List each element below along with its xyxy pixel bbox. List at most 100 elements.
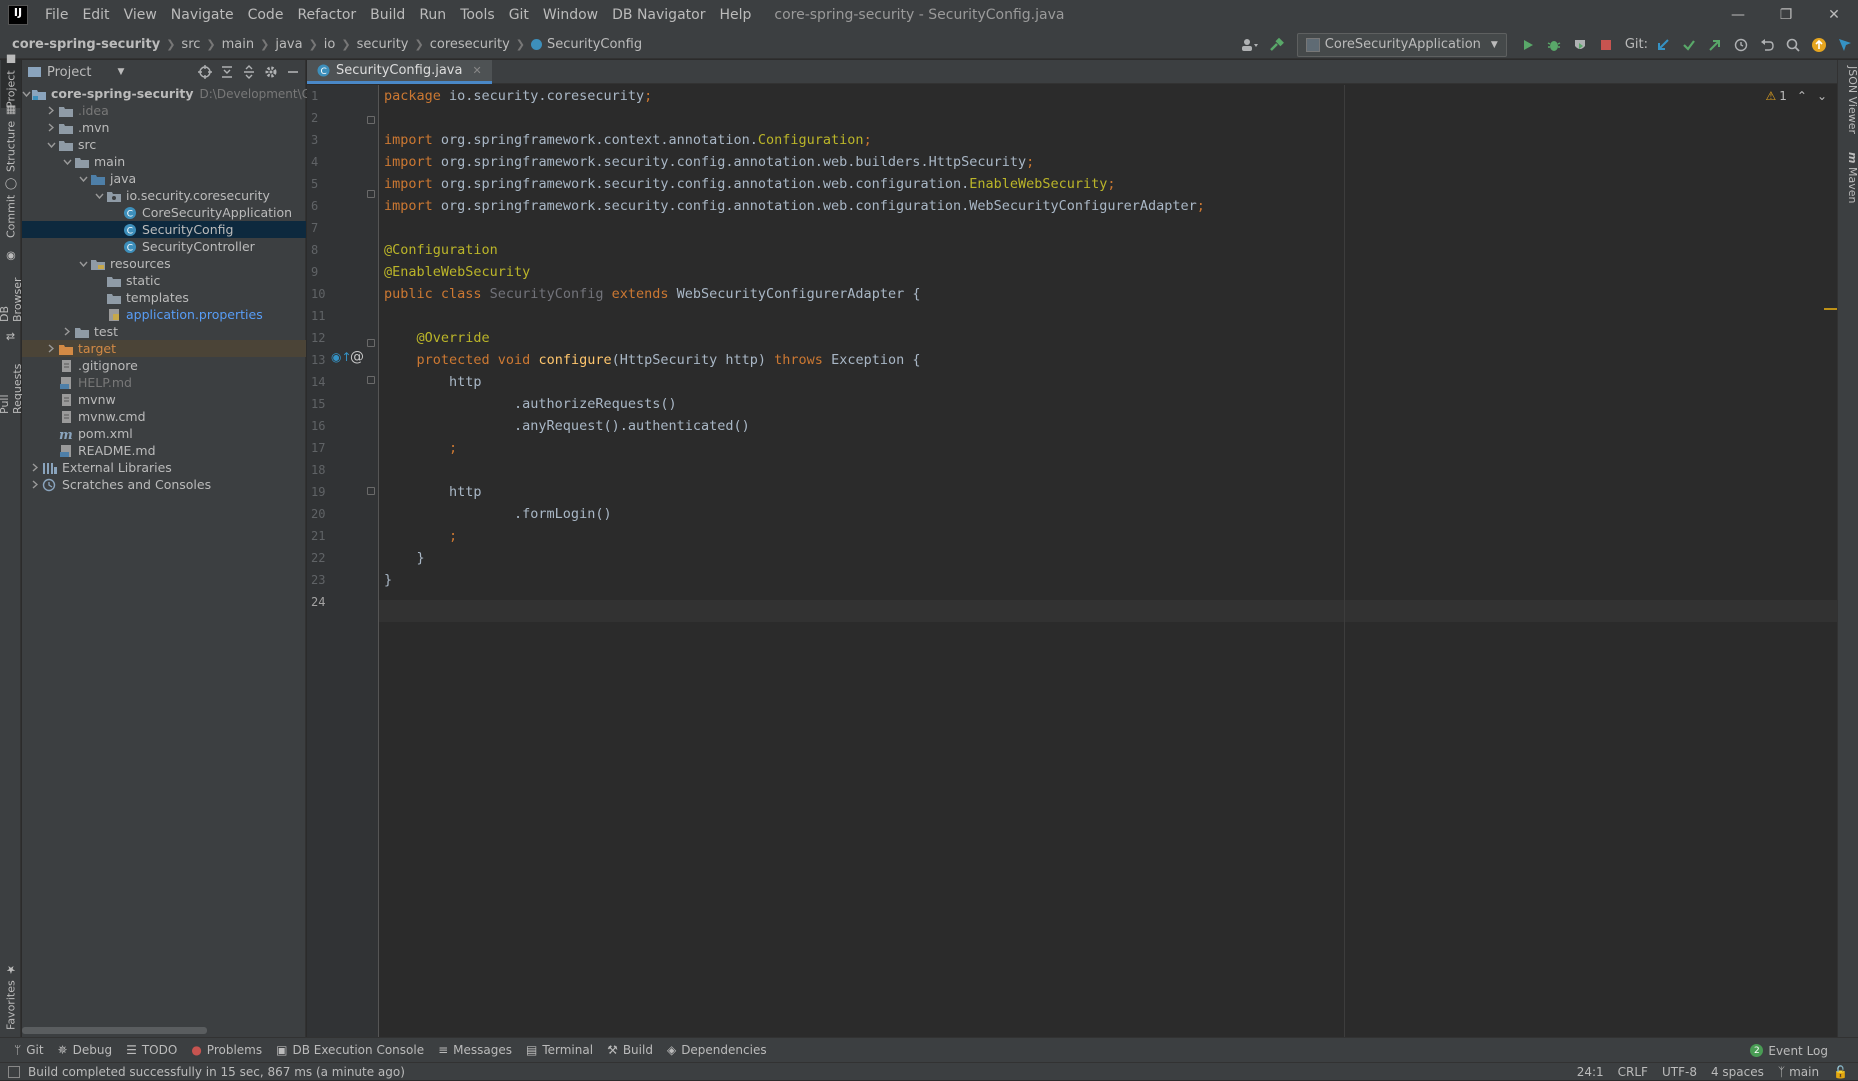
menu-code[interactable]: Code	[241, 0, 291, 30]
menu-run[interactable]: Run	[412, 0, 453, 30]
menu-build[interactable]: Build	[363, 0, 412, 30]
chevron-right-icon[interactable]	[44, 102, 58, 119]
inspection-widget[interactable]: ⚠ 1 ⌃ ⌄	[1765, 89, 1827, 103]
menu-window[interactable]: Window	[536, 0, 605, 30]
code-line[interactable]: import org.springframework.security.conf…	[384, 151, 1034, 173]
code-line[interactable]: import org.springframework.context.annot…	[384, 129, 872, 151]
tool-tab-maven[interactable]: m Maven	[1839, 152, 1858, 212]
file-encoding[interactable]: UTF-8	[1662, 1065, 1697, 1079]
tree-item-io-security-coresecurity[interactable]: io.security.coresecurity	[22, 187, 306, 204]
code-line[interactable]: .anyRequest().authenticated()	[384, 415, 750, 437]
tree-item-static[interactable]: static	[22, 272, 306, 289]
hide-panel-icon[interactable]	[286, 65, 300, 79]
tree-item-test[interactable]: test	[22, 323, 306, 340]
user-icon[interactable]	[1237, 32, 1263, 58]
previous-highlight-icon[interactable]: ⌃	[1797, 89, 1807, 103]
editor-tab-securityconfig[interactable]: C SecurityConfig.java ✕	[307, 60, 492, 84]
breadcrumb-item[interactable]: core-spring-security	[12, 37, 160, 52]
tree-item-core-spring-security[interactable]: core-spring-security D:\Development\Git	[22, 85, 319, 102]
rollback-icon[interactable]	[1754, 32, 1780, 58]
tool-tab-problems[interactable]: ● Problems	[191, 1043, 262, 1057]
caret-position[interactable]: 24:1	[1577, 1065, 1604, 1079]
code-line[interactable]: @Override	[384, 327, 490, 349]
breadcrumb-item[interactable]: io	[324, 37, 336, 52]
tool-tab-favorites[interactable]: Favorites ★	[1, 960, 21, 1030]
code-line[interactable]: .formLogin()	[384, 503, 612, 525]
chevron-right-icon[interactable]	[60, 323, 74, 340]
project-view-select[interactable]: Project ▼	[28, 65, 124, 80]
menu-tools[interactable]: Tools	[453, 0, 502, 30]
chevron-right-icon[interactable]	[28, 476, 42, 493]
build-hammer-icon[interactable]	[1263, 32, 1289, 58]
status-toggle-icon[interactable]	[8, 1065, 20, 1078]
code-line[interactable]: http	[384, 371, 482, 393]
fold-marker[interactable]	[367, 487, 375, 495]
tool-tab-db-execution-console[interactable]: ▣ DB Execution Console	[276, 1043, 424, 1057]
breadcrumb-item[interactable]: java	[275, 37, 302, 52]
fold-marker[interactable]	[367, 376, 375, 384]
breadcrumb-item[interactable]: coresecurity	[430, 37, 510, 52]
fold-marker[interactable]	[367, 116, 375, 124]
menu-refactor[interactable]: Refactor	[290, 0, 363, 30]
horizontal-scrollbar[interactable]	[22, 1027, 207, 1034]
breadcrumb-item[interactable]: main	[222, 37, 254, 52]
locate-icon[interactable]	[198, 65, 212, 79]
tool-tab-dependencies[interactable]: ◈ Dependencies	[667, 1043, 767, 1057]
chevron-right-icon[interactable]	[44, 340, 58, 357]
chevron-down-icon[interactable]	[76, 170, 90, 187]
tree-item-target[interactable]: target	[22, 340, 306, 357]
chevron-down-icon[interactable]	[44, 136, 58, 153]
chevron-down-icon[interactable]	[76, 255, 90, 272]
tree-item-readme-md[interactable]: README.md	[22, 442, 306, 459]
tree-item-mvnw[interactable]: mvnw	[22, 391, 306, 408]
fold-marker[interactable]	[367, 190, 375, 198]
tree-item-pom-xml[interactable]: m pom.xml	[22, 425, 306, 442]
tree-item-mvn[interactable]: .mvn	[22, 119, 306, 136]
coverage-icon[interactable]	[1567, 32, 1593, 58]
chevron-down-icon[interactable]	[92, 187, 106, 204]
tree-item-main[interactable]: main	[22, 153, 306, 170]
code-line[interactable]: ;	[384, 525, 457, 547]
tool-tab-git[interactable]: ᛘ Git	[14, 1043, 44, 1057]
code-editor[interactable]: ◉↑ @ 1 2 3 4 5 6 7 8 9 10 11 12 13 14 15 16 17 18 19 20 21 22…	[307, 85, 1837, 1037]
chevron-right-icon[interactable]	[44, 119, 58, 136]
tree-item-help-md[interactable]: HELP.md	[22, 374, 306, 391]
run-configuration-select[interactable]: CoreSecurityApplication ▼	[1296, 32, 1507, 57]
menu-db-navigator[interactable]: DB Navigator	[605, 0, 712, 30]
tree-item-application-properties[interactable]: application.properties	[22, 306, 306, 323]
search-icon[interactable]	[1780, 32, 1806, 58]
tool-tab-debug[interactable]: ✵ Debug	[58, 1043, 113, 1057]
code-line[interactable]: }	[384, 569, 392, 591]
menu-help[interactable]: Help	[712, 0, 758, 30]
history-icon[interactable]	[1728, 32, 1754, 58]
tool-tab-json-viewer[interactable]: JSON Viewer	[1839, 66, 1858, 136]
stop-icon[interactable]	[1593, 32, 1619, 58]
tree-item-idea[interactable]: .idea	[22, 102, 306, 119]
breadcrumb-item[interactable]: security	[357, 37, 409, 52]
collapse-all-icon[interactable]	[242, 65, 256, 79]
lock-icon[interactable]: 🔓	[1833, 1065, 1848, 1079]
tree-item-external-libraries[interactable]: External Libraries	[22, 459, 306, 476]
code-line[interactable]: }	[384, 547, 425, 569]
tool-tab-messages[interactable]: ≡ Messages	[438, 1043, 512, 1057]
line-separator[interactable]: CRLF	[1618, 1065, 1648, 1079]
chevron-down-icon[interactable]	[22, 85, 31, 102]
git-commit-icon[interactable]	[1676, 32, 1702, 58]
tree-item-resources[interactable]: resources	[22, 255, 306, 272]
override-method-icon[interactable]: ◉↑	[331, 350, 352, 364]
next-highlight-icon[interactable]: ⌄	[1817, 89, 1827, 103]
breadcrumb-item[interactable]: src	[181, 37, 200, 52]
menu-file[interactable]: File	[38, 0, 75, 30]
warning-stripe-marker[interactable]	[1824, 308, 1837, 310]
code-line[interactable]: package io.security.coresecurity;	[384, 85, 652, 107]
tree-item-src[interactable]: src	[22, 136, 306, 153]
menu-view[interactable]: View	[117, 0, 164, 30]
code-line[interactable]: @Configuration	[384, 239, 498, 261]
tool-tab-build[interactable]: ⚒ Build	[607, 1043, 653, 1057]
code-with-me-icon[interactable]	[1832, 32, 1858, 58]
event-log-tab[interactable]: 2 Event Log	[1750, 1038, 1828, 1063]
minimize-icon[interactable]: —	[1714, 0, 1762, 30]
menu-edit[interactable]: Edit	[75, 0, 116, 30]
code-line[interactable]: .authorizeRequests()	[384, 393, 677, 415]
code-line[interactable]: import org.springframework.security.conf…	[384, 173, 1116, 195]
